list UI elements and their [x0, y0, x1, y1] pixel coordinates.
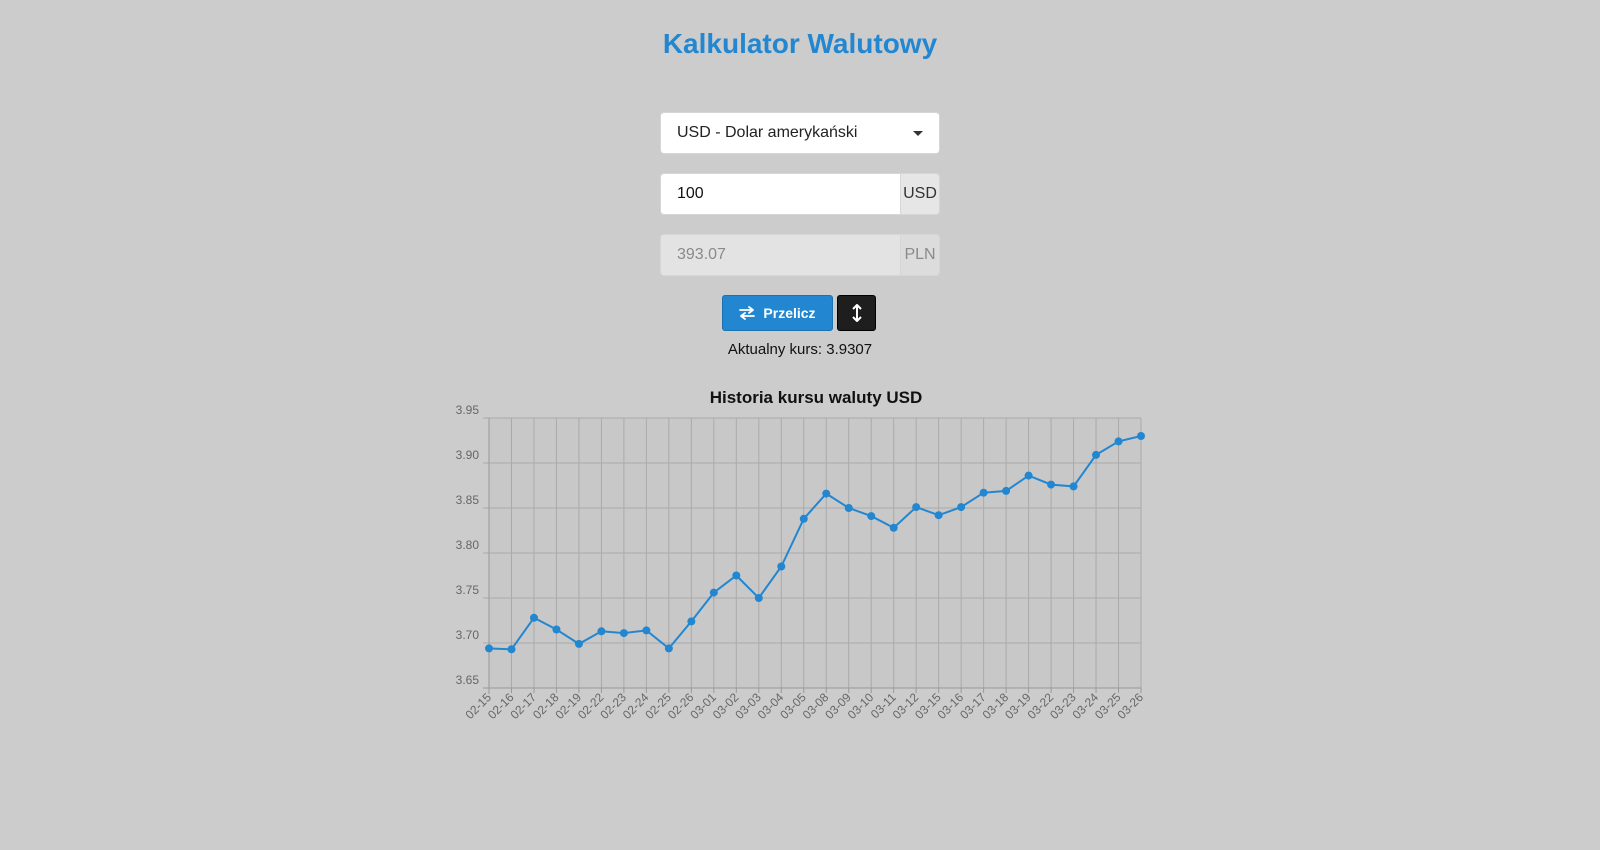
- y-tick-label: 3.85: [456, 493, 480, 507]
- data-point: [1092, 450, 1101, 459]
- data-point: [687, 617, 696, 626]
- y-tick-label: 3.95: [456, 403, 480, 417]
- data-point: [754, 594, 763, 602]
- data-point: [642, 626, 651, 635]
- page: Kalkulator Walutowy USD - Dolar amerykań…: [0, 0, 1600, 850]
- data-point: [822, 489, 831, 498]
- y-tick-label: 3.80: [456, 538, 480, 552]
- data-point: [934, 511, 943, 520]
- rate-history-chart: 3.653.703.753.803.853.903.9502-1502-1602…: [456, 388, 1147, 722]
- data-point: [619, 629, 628, 638]
- y-tick-label: 3.70: [456, 628, 480, 642]
- data-point: [1024, 471, 1033, 480]
- data-point: [799, 514, 808, 523]
- data-point: [912, 503, 921, 512]
- data-point: [732, 571, 741, 580]
- data-point: [889, 523, 898, 532]
- data-point: [1047, 480, 1056, 489]
- data-point: [552, 625, 561, 634]
- data-point: [1002, 486, 1011, 495]
- data-point: [777, 562, 786, 571]
- y-tick-label: 3.75: [456, 583, 480, 597]
- data-point: [664, 644, 673, 653]
- data-point: [507, 645, 516, 654]
- data-point: [574, 639, 583, 648]
- x-tick-label: 03-26: [1115, 690, 1147, 722]
- chart-title: Historia kursu waluty USD: [710, 388, 923, 407]
- data-point: [867, 512, 876, 521]
- data-point: [979, 488, 988, 497]
- x-tick-label: 03-10: [845, 690, 877, 722]
- data-point: [1069, 482, 1078, 491]
- data-point: [709, 588, 718, 597]
- data-point: [485, 644, 493, 653]
- data-point: [529, 613, 538, 622]
- data-point: [1114, 437, 1123, 446]
- y-tick-label: 3.65: [456, 673, 480, 687]
- data-point: [957, 503, 966, 512]
- data-point: [844, 504, 853, 512]
- data-point: [1137, 432, 1145, 440]
- data-point: [597, 627, 606, 636]
- y-tick-label: 3.90: [456, 448, 480, 462]
